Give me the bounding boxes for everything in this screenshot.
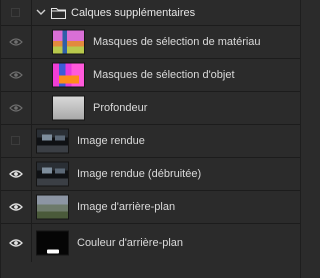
layer-row-background-image[interactable]: Image d'arrière-plan: [1, 191, 300, 224]
layer-group-row[interactable]: Calques supplémentaires: [1, 0, 300, 26]
visibility-column: [1, 224, 32, 262]
layer-label: Image rendue (débruitée): [77, 168, 202, 180]
visibility-off-box[interactable]: [11, 136, 20, 145]
group-label: Calques supplémentaires: [71, 6, 196, 19]
layer-thumbnail: [36, 161, 69, 187]
eye-icon[interactable]: [9, 203, 23, 211]
layer-row-depth[interactable]: Profondeur: [1, 92, 300, 125]
folder-icon: [51, 8, 66, 19]
visibility-off-box[interactable]: [11, 7, 20, 17]
layer-thumbnail: [52, 62, 85, 88]
layer-label: Profondeur: [93, 102, 148, 114]
layer-thumbnail: [36, 128, 69, 154]
layer-thumbnail: [36, 194, 69, 220]
visibility-column: [1, 26, 32, 58]
layer-row-rendered-image[interactable]: Image rendue: [1, 125, 300, 158]
layer-thumbnail: [52, 95, 85, 121]
visibility-column: [1, 158, 32, 190]
eye-icon[interactable]: [9, 104, 23, 112]
visibility-column: [1, 125, 32, 157]
layer-row-background-color[interactable]: Couleur d'arrière-plan: [1, 224, 300, 262]
layer-label: Couleur d'arrière-plan: [77, 237, 184, 249]
layer-label: Masques de sélection de matériau: [93, 36, 261, 48]
visibility-column: [1, 0, 32, 25]
eye-icon[interactable]: [9, 38, 23, 46]
layer-thumbnail: [52, 29, 85, 55]
layers-panel: Calques supplémentaires Masques de sélec…: [0, 0, 301, 278]
layer-row-material-masks[interactable]: Masques de sélection de matériau: [1, 26, 300, 59]
visibility-column: [1, 191, 32, 223]
visibility-column: [1, 92, 32, 124]
layer-row-rendered-image-denoised[interactable]: Image rendue (débruitée): [1, 158, 300, 191]
eye-icon[interactable]: [9, 239, 23, 247]
layer-thumbnail: [36, 230, 69, 256]
eye-icon[interactable]: [9, 71, 23, 79]
layer-label: Image d'arrière-plan: [77, 201, 176, 213]
layer-row-object-masks[interactable]: Masques de sélection d'objet: [1, 59, 300, 92]
eye-icon[interactable]: [9, 170, 23, 178]
chevron-down-icon[interactable]: [36, 8, 46, 16]
visibility-column: [1, 59, 32, 91]
layer-label: Masques de sélection d'objet: [93, 69, 235, 81]
layer-label: Image rendue: [77, 135, 145, 147]
